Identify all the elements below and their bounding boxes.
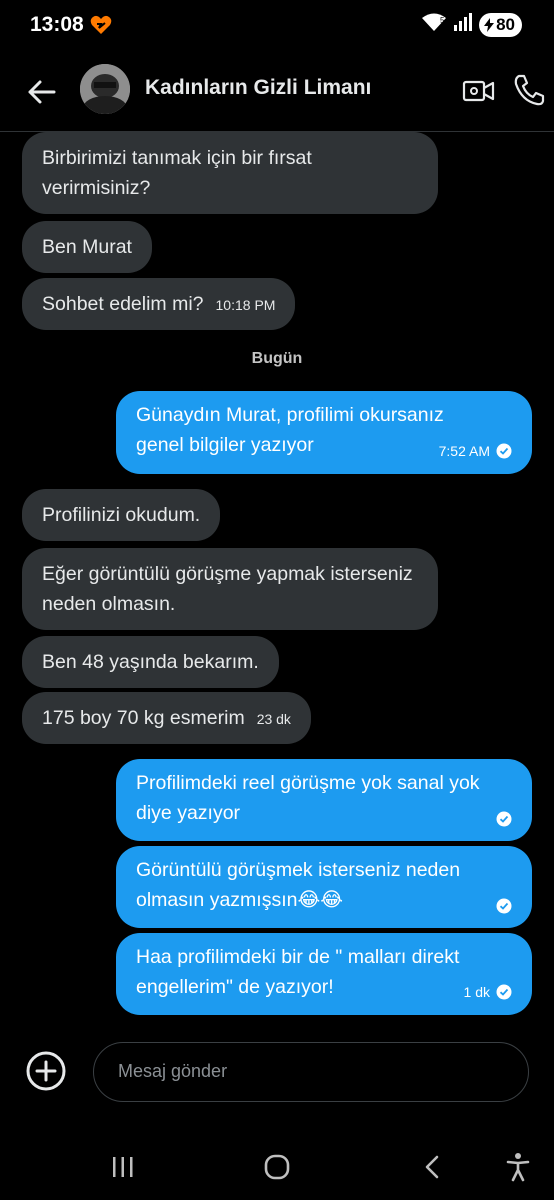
message-time: 7:52 AM <box>438 443 490 459</box>
message-text: Haa profilimdeki bir de " malları direkt… <box>136 946 460 998</box>
read-check-icon <box>496 443 512 459</box>
message-text: Profilimdeki reel görüşme yok sanal yok … <box>136 772 480 824</box>
read-check-icon <box>496 811 512 827</box>
back-arrow-icon[interactable] <box>24 74 60 110</box>
charging-icon <box>484 17 495 32</box>
battery-indicator: 80 <box>479 12 522 37</box>
message-time: 1 dk <box>463 984 490 1000</box>
message-input[interactable]: Mesaj gönder <box>93 1042 529 1102</box>
day-divider: Bugün <box>251 350 303 367</box>
nav-back-icon[interactable] <box>422 1154 444 1185</box>
message-text: Eğer görüntülü görüşme yapmak isterseniz… <box>42 563 413 615</box>
status-bar: 13:08 5 80 <box>0 0 554 52</box>
message-text: Günaydın Murat, profilimi okursanız gene… <box>136 404 444 456</box>
message-text: 175 boy 70 kg esmerim <box>42 707 245 729</box>
read-check-icon <box>496 898 512 914</box>
phone-call-icon[interactable] <box>512 72 546 108</box>
message-time: 10:18 PM <box>215 297 276 313</box>
incoming-message[interactable]: 175 boy 70 kg esmerim 23 dk <box>22 692 311 744</box>
wifi-icon: 5 <box>421 12 447 37</box>
incoming-message[interactable]: Ben Murat <box>22 221 152 273</box>
recent-apps-icon[interactable] <box>110 1154 136 1185</box>
incoming-message[interactable]: Ben 48 yaşında bekarım. <box>22 636 279 688</box>
message-text: Görüntülü görüşmek isterseniz neden olma… <box>136 859 461 911</box>
incoming-message[interactable]: Birbirimizi tanımak için bir fırsat veri… <box>22 132 438 214</box>
incoming-message[interactable]: Eğer görüntülü görüşme yapmak isterseniz… <box>22 548 438 630</box>
svg-text:5: 5 <box>440 16 445 25</box>
status-icons: 5 80 <box>421 12 522 37</box>
outgoing-message[interactable]: Profilimdeki reel görüşme yok sanal yok … <box>116 759 532 841</box>
chat-header: Kadınların Gizli Limanı <box>0 52 554 132</box>
video-call-icon[interactable] <box>462 74 496 108</box>
message-text: Birbirimizi tanımak için bir fırsat veri… <box>42 147 312 199</box>
status-time: 13:08 <box>30 13 84 36</box>
battery-level: 80 <box>496 14 515 34</box>
add-attachment-icon[interactable] <box>26 1051 66 1091</box>
message-text: Ben Murat <box>42 236 132 258</box>
message-input-placeholder: Mesaj gönder <box>118 1061 228 1081</box>
signal-icon <box>453 13 473 36</box>
message-text: Sohbet edelim mi? <box>42 293 204 315</box>
message-text: Ben 48 yaşında bekarım. <box>42 651 259 673</box>
message-time: 23 dk <box>256 711 291 727</box>
home-icon[interactable] <box>264 1154 290 1185</box>
heart-notification-icon <box>90 15 112 40</box>
outgoing-message[interactable]: Günaydın Murat, profilimi okursanız gene… <box>116 391 532 474</box>
avatar[interactable] <box>80 64 130 114</box>
chat-title[interactable]: Kadınların Gizli Limanı <box>145 76 371 100</box>
read-check-icon <box>496 984 512 1000</box>
incoming-message[interactable]: Sohbet edelim mi? 10:18 PM <box>22 278 296 330</box>
message-text: Profilinizi okudum. <box>42 504 201 526</box>
outgoing-message[interactable]: Görüntülü görüşmek isterseniz neden olma… <box>116 846 532 928</box>
accessibility-icon[interactable] <box>505 1152 531 1187</box>
outgoing-message[interactable]: Haa profilimdeki bir de " malları direkt… <box>116 933 532 1015</box>
incoming-message[interactable]: Profilinizi okudum. <box>22 489 221 541</box>
